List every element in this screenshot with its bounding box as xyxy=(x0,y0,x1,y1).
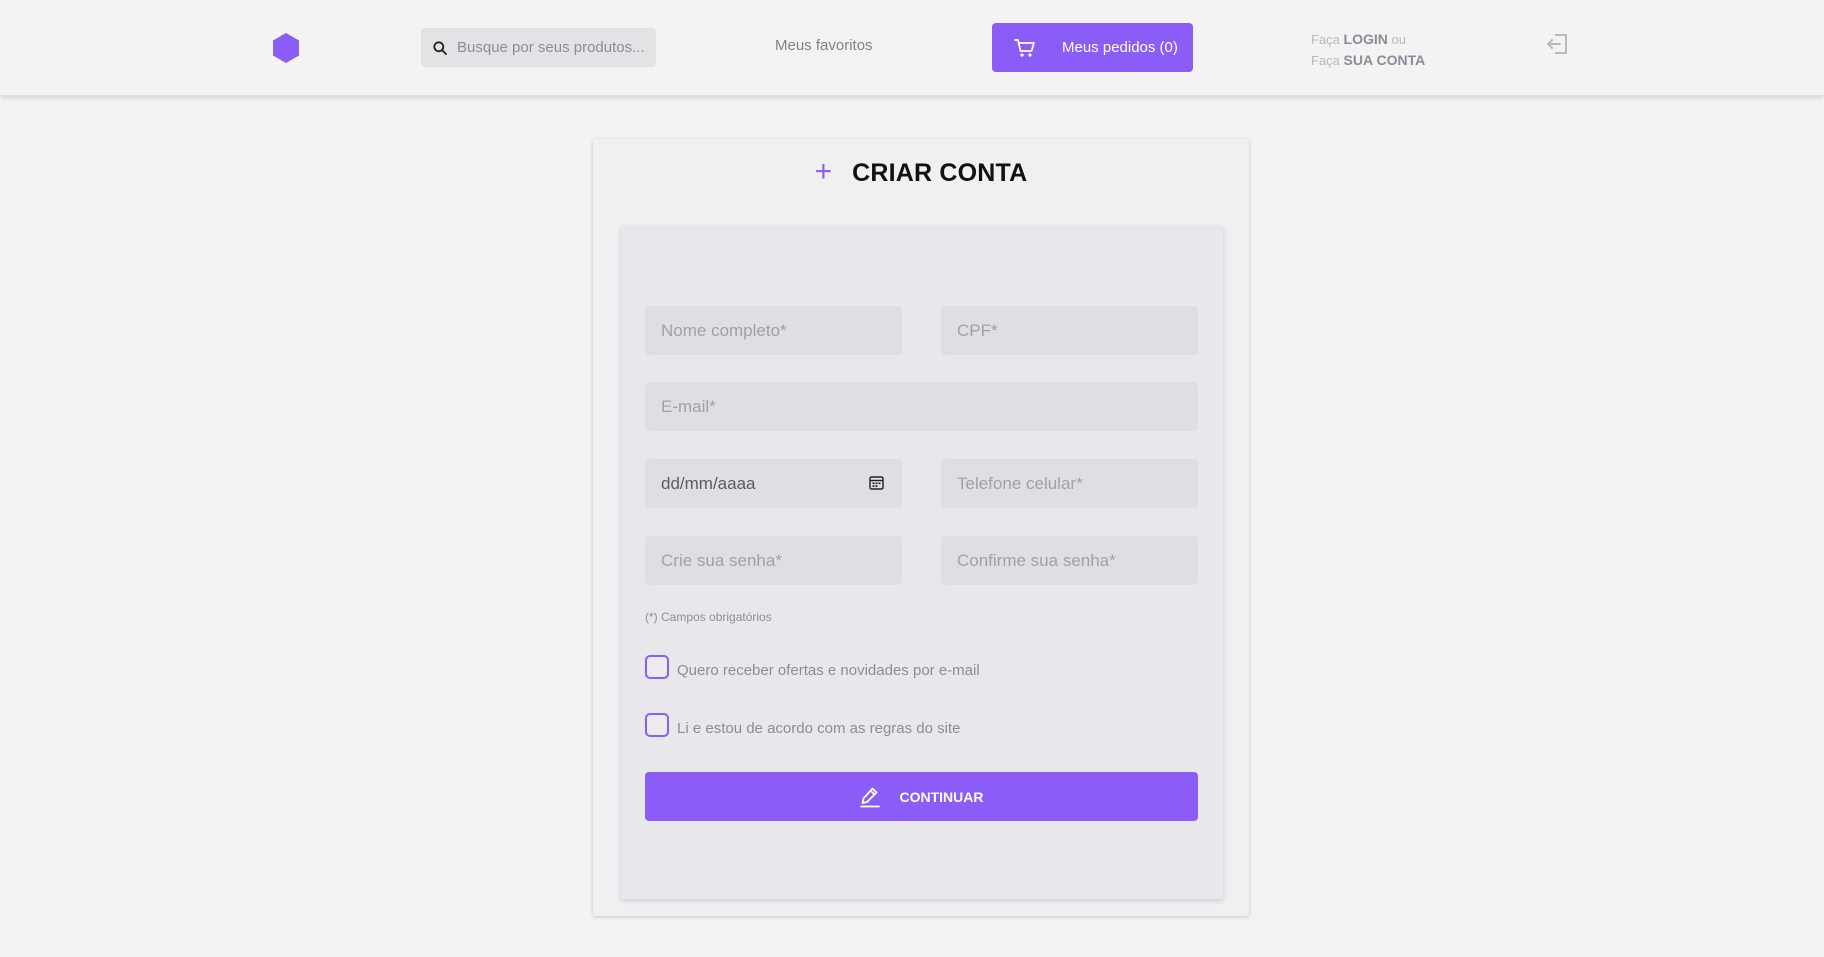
hexagon-logo-icon[interactable] xyxy=(272,32,300,64)
signup-prefix: Faça xyxy=(1311,53,1340,68)
offers-checkbox[interactable] xyxy=(645,655,669,679)
confirm-password-field[interactable] xyxy=(941,536,1198,585)
terms-option[interactable]: Li e estou de acordo com as regras do si… xyxy=(645,713,961,737)
phone-field[interactable] xyxy=(941,459,1198,508)
required-fields-note: (*) Campos obrigatórios xyxy=(645,610,772,624)
birthdate-field[interactable]: dd/mm/aaaa xyxy=(645,459,902,508)
terms-checkbox[interactable] xyxy=(645,713,669,737)
favorites-link[interactable]: Meus favoritos xyxy=(775,37,873,54)
page-title-text: CRIAR CONTA xyxy=(852,158,1028,187)
search-bar xyxy=(421,28,656,67)
continue-button[interactable]: CONTINUAR xyxy=(645,772,1198,821)
birthdate-value: dd/mm/aaaa xyxy=(661,473,756,493)
email-field[interactable] xyxy=(645,382,1198,431)
continue-button-label: CONTINUAR xyxy=(899,788,984,805)
site-header: Meus favoritos Meus pedidos (0) Faça LOG… xyxy=(0,0,1824,96)
signup-card: + CRIAR CONTA dd/mm/aaaa (*) Campos obri… xyxy=(593,139,1249,916)
logout-icon[interactable] xyxy=(1546,32,1570,56)
login-prefix: Faça xyxy=(1311,32,1340,47)
signup-link[interactable]: SUA CONTA xyxy=(1344,52,1426,68)
signup-line[interactable]: Faça SUA CONTA xyxy=(1311,50,1425,71)
orders-button-label: Meus pedidos (0) xyxy=(1062,39,1178,56)
pencil-icon xyxy=(859,787,880,807)
login-suffix: ou xyxy=(1391,32,1406,47)
search-icon xyxy=(433,40,447,55)
offers-option[interactable]: Quero receber ofertas e novidades por e-… xyxy=(645,655,980,679)
offers-label[interactable]: Quero receber ofertas e novidades por e-… xyxy=(677,662,980,679)
page-title: + CRIAR CONTA xyxy=(593,153,1249,193)
cpf-field[interactable] xyxy=(941,306,1198,355)
auth-links: Faça LOGIN ou Faça SUA CONTA xyxy=(1311,29,1425,71)
login-link[interactable]: LOGIN xyxy=(1344,31,1388,47)
plus-icon: + xyxy=(814,154,833,188)
terms-label[interactable]: Li e estou de acordo com as regras do si… xyxy=(677,720,961,737)
password-field[interactable] xyxy=(645,536,902,585)
full-name-field[interactable] xyxy=(645,306,902,355)
search-input[interactable] xyxy=(457,39,647,56)
login-line[interactable]: Faça LOGIN ou xyxy=(1311,29,1425,50)
calendar-icon[interactable] xyxy=(869,475,884,490)
orders-button[interactable]: Meus pedidos (0) xyxy=(992,23,1193,72)
cart-icon xyxy=(1014,38,1035,57)
signup-form: dd/mm/aaaa (*) Campos obrigatórios Quero… xyxy=(621,226,1223,899)
